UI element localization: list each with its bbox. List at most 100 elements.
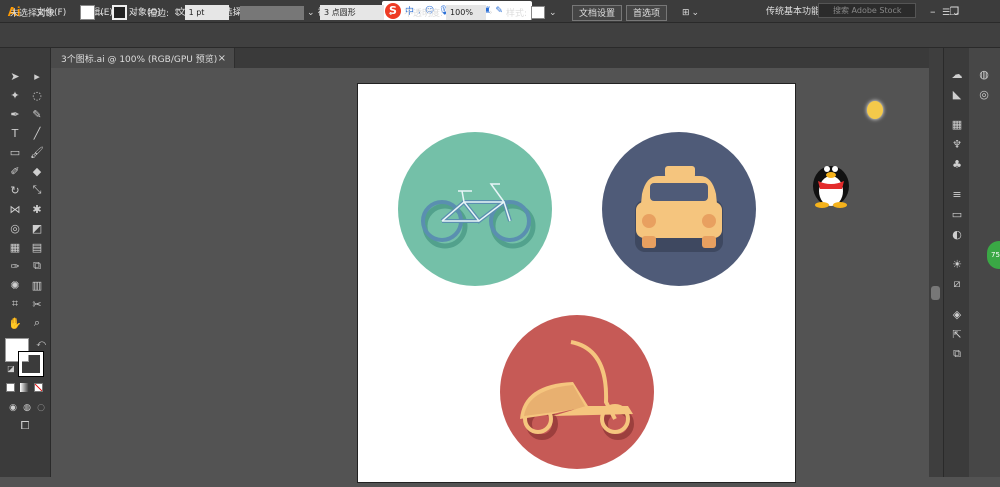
appearance-icon[interactable]: ☀ bbox=[949, 256, 965, 272]
preferences-button[interactable]: 首选项 bbox=[626, 4, 668, 21]
style-swatch[interactable] bbox=[531, 6, 546, 19]
type-tool-icon[interactable]: T bbox=[6, 125, 24, 141]
none-mode-icon[interactable] bbox=[34, 383, 43, 392]
lightbulb-icon[interactable] bbox=[867, 101, 883, 119]
width-tool-icon[interactable]: ⋈ bbox=[6, 201, 24, 217]
arrange-documents[interactable]: ⊞ ⌄ bbox=[682, 4, 699, 21]
paintbrush-icon[interactable]: 🖌 bbox=[28, 144, 46, 160]
brushes-icon[interactable]: ♆ bbox=[949, 136, 965, 152]
chevron-down-icon[interactable]: ⌄ bbox=[130, 8, 138, 18]
eraser-icon[interactable]: ◆ bbox=[28, 163, 46, 179]
symbols-icon[interactable]: ♣ bbox=[949, 156, 965, 172]
stroke-swatch[interactable] bbox=[112, 5, 127, 20]
arrange-icon[interactable]: ⊞ bbox=[682, 8, 690, 18]
stroke-color-control[interactable]: ⌄ bbox=[112, 4, 138, 21]
vertical-scrollbar[interactable] bbox=[929, 48, 943, 477]
artboard-tool-icon[interactable]: ⌗ bbox=[6, 296, 24, 312]
minimize-icon[interactable]: – bbox=[930, 5, 936, 18]
stroke-panel-icon[interactable]: ≡ bbox=[949, 186, 965, 202]
screen-mode-icon[interactable]: ⧠ bbox=[16, 418, 34, 434]
draw-inside-icon[interactable]: ○ bbox=[32, 400, 50, 416]
chevron-right-icon[interactable]: › bbox=[489, 8, 493, 18]
stock-search-input[interactable]: 搜索 Adobe Stock bbox=[818, 3, 916, 18]
bicycle-circle[interactable] bbox=[398, 132, 552, 286]
panel-align-icon[interactable]: ☰ bbox=[942, 8, 950, 18]
close-icon[interactable]: × bbox=[218, 53, 226, 64]
perspective-grid-icon[interactable]: ◩ bbox=[28, 220, 46, 236]
document-setup-button[interactable]: 文档设置 bbox=[572, 4, 623, 21]
gradient-tool-icon[interactable]: ▤ bbox=[28, 239, 46, 255]
selection-tool-icon[interactable]: ➤ bbox=[6, 68, 24, 84]
eyedropper-icon[interactable]: ✑ bbox=[6, 258, 24, 274]
chevron-down-icon[interactable]: ⌄ bbox=[307, 8, 315, 18]
zoom-tool-icon[interactable]: ⌕ bbox=[28, 315, 46, 331]
floating-badge[interactable]: 75 bbox=[987, 241, 1000, 269]
stroke-color-swatch[interactable] bbox=[18, 351, 44, 377]
libraries-icon[interactable]: ☁ bbox=[949, 66, 965, 82]
brush-field[interactable]: 3 点圆形 bbox=[320, 5, 384, 20]
workspace-label[interactable]: 传统基本功能 bbox=[766, 4, 820, 17]
rotate-tool-icon[interactable]: ↻ bbox=[6, 182, 24, 198]
scale-tool-icon[interactable]: ⤡ bbox=[28, 182, 46, 198]
shape-builder-icon[interactable]: ◎ bbox=[6, 220, 24, 236]
chevron-down-icon[interactable]: ⌄ bbox=[692, 8, 700, 18]
symbol-sprayer-icon[interactable]: ✺ bbox=[6, 277, 24, 293]
bicycle-icon[interactable] bbox=[398, 132, 552, 286]
line-tool-icon[interactable]: ╱ bbox=[28, 125, 46, 141]
color-guide-icon[interactable]: ◍ bbox=[976, 66, 992, 82]
puppet-warp-icon[interactable]: ✱ bbox=[28, 201, 46, 217]
properties-icon[interactable]: ◣ bbox=[949, 86, 965, 102]
image-trace-icon[interactable]: ▦ bbox=[949, 116, 965, 132]
color-mode-icon[interactable] bbox=[6, 383, 15, 392]
gradient-mode-icon[interactable] bbox=[20, 383, 29, 392]
chevron-down-icon[interactable]: ⌄ bbox=[952, 8, 960, 18]
chevron-down-icon[interactable]: ⌄ bbox=[387, 8, 395, 18]
stroke-weight-field[interactable]: 1 pt bbox=[184, 5, 229, 20]
chevron-down-icon[interactable]: ⌄ bbox=[549, 8, 557, 18]
export-icon[interactable]: ⇱ bbox=[949, 326, 965, 342]
taxi-icon[interactable] bbox=[602, 132, 756, 286]
width-profile-field[interactable] bbox=[240, 5, 304, 20]
chevron-down-icon[interactable]: ⌄ bbox=[98, 8, 106, 18]
scooter-icon[interactable] bbox=[500, 315, 654, 469]
panel-menu[interactable]: ☰ ⌄ bbox=[942, 4, 960, 21]
scrollbar-thumb[interactable] bbox=[931, 286, 940, 300]
canvas-area[interactable] bbox=[51, 68, 929, 483]
variable-width-profile[interactable]: ⌄ bbox=[240, 4, 315, 21]
pen-tool-icon[interactable]: ✒ bbox=[6, 106, 24, 122]
graphic-styles-icon[interactable]: ⧄ bbox=[949, 276, 965, 292]
blend-tool-icon[interactable]: ⧉ bbox=[28, 258, 46, 274]
doc-setup-wrap: 文档设置 bbox=[572, 4, 623, 21]
document-tab[interactable]: 3个图标.ai @ 100% (RGB/GPU 预览) × bbox=[51, 48, 235, 68]
artboard[interactable] bbox=[357, 83, 796, 483]
layers-icon[interactable]: ◈ bbox=[949, 306, 965, 322]
fill-swatch[interactable] bbox=[80, 5, 95, 20]
artboards-icon[interactable]: ⧉ bbox=[949, 346, 965, 362]
stroke-weight-control[interactable]: 描边: ⇕ 1 pt ⌄ bbox=[148, 4, 240, 21]
chevron-down-icon[interactable]: ⌄ bbox=[233, 8, 241, 18]
hand-tool-icon[interactable]: ✋ bbox=[6, 315, 24, 331]
direct-selection-tool-icon[interactable]: ▸ bbox=[28, 68, 46, 84]
style-control[interactable]: 样式: ⌄ bbox=[506, 4, 557, 21]
magic-wand-icon[interactable]: ✦ bbox=[6, 87, 24, 103]
slice-tool-icon[interactable]: ✂ bbox=[28, 296, 46, 312]
swap-colors-icon[interactable]: ⤺ bbox=[32, 336, 50, 352]
mesh-tool-icon[interactable]: ▦ bbox=[6, 239, 24, 255]
document-tab-title[interactable]: 3个图标.ai @ 100% (RGB/GPU 预览) bbox=[61, 52, 217, 65]
opacity-control[interactable]: 不透明度: 100% › bbox=[404, 4, 493, 21]
transparency-icon[interactable]: ◐ bbox=[949, 226, 965, 242]
stepper-icon[interactable]: ⇕ bbox=[173, 8, 181, 18]
rectangle-tool-icon[interactable]: ▭ bbox=[6, 144, 24, 160]
wrench-icon[interactable]: ✎ bbox=[495, 6, 503, 16]
swatches-icon[interactable]: ◎ bbox=[976, 86, 992, 102]
opacity-field[interactable]: 100% bbox=[446, 5, 487, 20]
qq-penguin-icon[interactable] bbox=[806, 153, 856, 209]
brush-definition[interactable]: 3 点圆形 ⌄ bbox=[320, 4, 395, 21]
gradient-panel-icon[interactable]: ▭ bbox=[949, 206, 965, 222]
fill-control[interactable]: ⌄ bbox=[80, 4, 106, 21]
column-graph-icon[interactable]: ▥ bbox=[28, 277, 46, 293]
curvature-tool-icon[interactable]: ✎ bbox=[28, 106, 46, 122]
shaper-tool-icon[interactable]: ✐ bbox=[6, 163, 24, 179]
default-colors-icon[interactable]: ◪ bbox=[2, 360, 20, 376]
lasso-icon[interactable]: ◌ bbox=[28, 87, 46, 103]
